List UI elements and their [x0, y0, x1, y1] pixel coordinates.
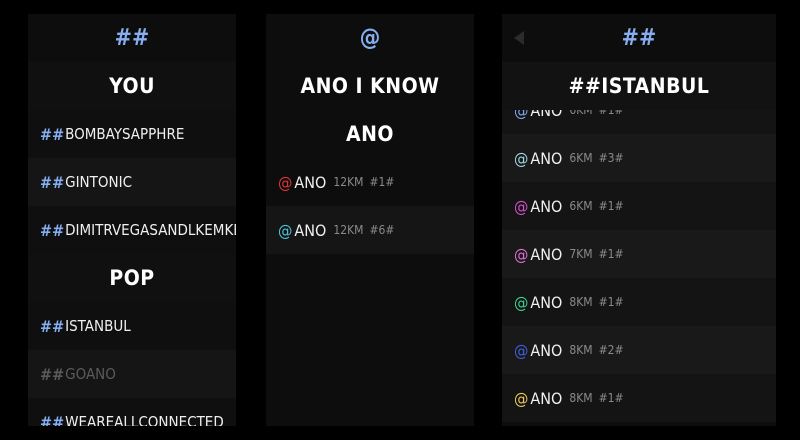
user-row[interactable]: @ ANO 12KM #6#	[266, 206, 474, 254]
user-rank: #1#	[598, 295, 624, 309]
section-title-ano-i-know: ANO I KNOW	[300, 74, 440, 98]
user-row[interactable]: @ ANO 7KM #1#	[502, 230, 776, 278]
user-rank: #3#	[598, 151, 624, 165]
hashtag-icon: ##	[40, 364, 65, 384]
user-name: ANO	[530, 148, 563, 168]
section-title-you: YOU	[28, 62, 236, 110]
section-title-ano: ANO	[346, 122, 394, 146]
user-row[interactable]: @ ANO 8KM #1#	[502, 374, 776, 422]
hashtag-item[interactable]: ## DIMITRVEGASANDLKEMKE	[28, 206, 236, 254]
user-distance: 6KM	[569, 199, 593, 213]
page-title: ##ISTANBUL	[502, 62, 776, 110]
mention-header: @	[266, 14, 474, 62]
hashtag-label: WEAREALLCONNECTED	[65, 413, 224, 426]
user-name: ANO	[530, 292, 563, 312]
user-row[interactable]: @ ANO 6KM #1#	[502, 182, 776, 230]
user-rank: #1#	[598, 199, 624, 213]
user-list: @ ANO 6KM #1# @ ANO 6KM #3# @ ANO 6KM #1…	[502, 86, 776, 422]
hashtag-icon: ##	[40, 316, 65, 336]
at-icon: @	[514, 244, 529, 264]
user-rank: #1#	[598, 247, 624, 261]
user-row[interactable]: @ ANO 12KM #1#	[266, 158, 474, 206]
hashtag-header: ##	[28, 14, 236, 62]
at-icon: @	[514, 340, 529, 360]
at-icon: @	[278, 220, 293, 240]
at-icon: @	[278, 172, 293, 192]
istanbul-panel: ## ##ISTANBUL @ ANO 6KM #1# @ ANO 6KM #3…	[502, 14, 776, 426]
hashtag-label: DIMITRVEGASANDLKEMKE	[65, 221, 236, 239]
user-distance: 7KM	[569, 247, 593, 261]
user-rank: #1#	[369, 175, 395, 189]
hashtag-header: ##	[502, 14, 776, 62]
user-rank: #2#	[598, 343, 624, 357]
hashtag-label: ISTANBUL	[65, 317, 131, 335]
hashtag-item[interactable]: ## WEAREALLCONNECTED	[28, 398, 236, 426]
hashtag-item[interactable]: ## GINTONIC	[28, 158, 236, 206]
user-distance: 12KM	[333, 223, 364, 237]
back-arrow-icon[interactable]	[514, 31, 524, 45]
section-title-pop: POP	[28, 254, 236, 302]
user-distance: 8KM	[569, 343, 593, 357]
user-distance: 12KM	[333, 175, 364, 189]
user-row[interactable]: @ ANO 8KM #2#	[502, 326, 776, 374]
hashtag-icon: ##	[40, 412, 65, 427]
user-distance: 8KM	[569, 295, 593, 309]
user-name: ANO	[294, 172, 327, 192]
user-rank: #1#	[598, 391, 624, 405]
hashtag-icon: ##	[114, 25, 150, 51]
hashtag-icon: ##	[40, 220, 65, 240]
hashtag-item[interactable]: ## BOMBAYSAPPHRE	[28, 110, 236, 158]
hashtag-label: BOMBAYSAPPHRE	[65, 125, 185, 143]
at-icon: @	[514, 292, 529, 312]
at-icon: @	[514, 196, 529, 216]
hashtag-label: GOANO	[65, 365, 116, 383]
user-name: ANO	[294, 220, 327, 240]
people-panel: @ ANO I KNOW ANO @ ANO 12KM #1# @ ANO 12…	[266, 14, 474, 426]
user-rank: #6#	[369, 223, 395, 237]
user-name: ANO	[530, 388, 563, 408]
at-icon: @	[514, 388, 529, 408]
at-icon: @	[514, 148, 529, 168]
user-distance: 8KM	[569, 391, 593, 405]
hashtag-item[interactable]: ## GOANO	[28, 350, 236, 398]
user-name: ANO	[530, 196, 563, 216]
hashtag-label: GINTONIC	[65, 173, 133, 191]
user-name: ANO	[530, 340, 563, 360]
at-icon: @	[359, 25, 381, 51]
hashtags-panel: ## YOU ## BOMBAYSAPPHRE ## GINTONIC ## D…	[28, 14, 236, 426]
hashtag-icon: ##	[621, 25, 657, 51]
hashtag-icon: ##	[40, 172, 65, 192]
user-row[interactable]: @ ANO 6KM #3#	[502, 134, 776, 182]
hashtag-icon: ##	[40, 124, 65, 144]
user-name: ANO	[530, 244, 563, 264]
hashtag-item[interactable]: ## ISTANBUL	[28, 302, 236, 350]
user-row[interactable]: @ ANO 8KM #1#	[502, 278, 776, 326]
user-distance: 6KM	[569, 151, 593, 165]
